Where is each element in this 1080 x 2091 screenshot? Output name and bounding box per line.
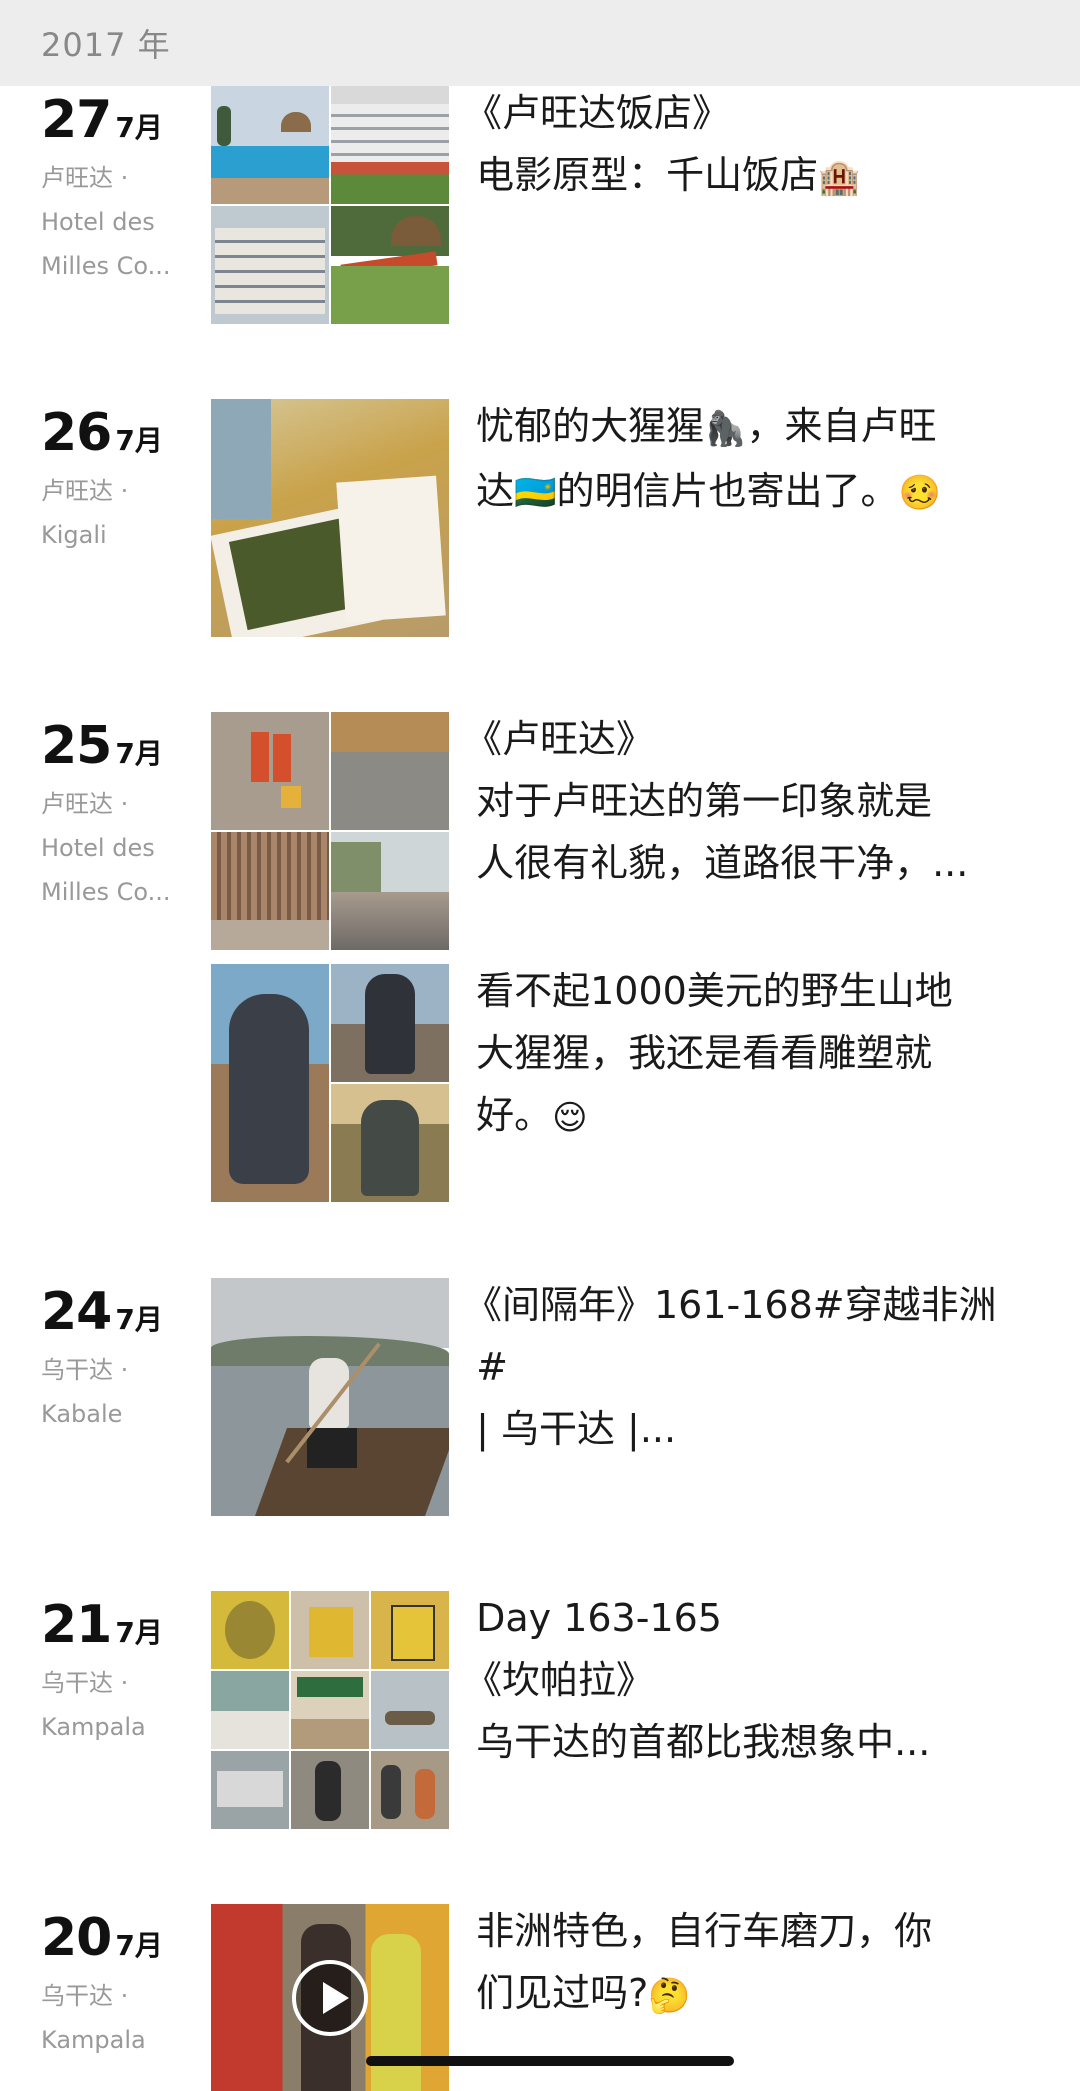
entry-day: 20 bbox=[41, 1908, 112, 1968]
photo-thumb[interactable] bbox=[211, 964, 329, 1202]
photo-thumb[interactable] bbox=[291, 1591, 369, 1669]
photo-thumb[interactable] bbox=[371, 1671, 449, 1749]
photo-thumb[interactable] bbox=[211, 206, 329, 324]
entry-day: 25 bbox=[41, 716, 112, 776]
hotel-emoji: 🏨 bbox=[818, 157, 861, 198]
entry-month: 7月 bbox=[115, 737, 163, 770]
date-block: 24 7月 乌干达 · Kabale bbox=[41, 1284, 201, 1436]
photo-thumb[interactable] bbox=[331, 206, 449, 324]
post-text[interactable]: 《卢旺达饭店》 电影原型：千山饭店🏨 bbox=[464, 82, 1024, 209]
entry-location[interactable]: 卢旺达 · Hotel des Milles Co... bbox=[41, 156, 201, 288]
date-block: 27 7月 卢旺达 · Hotel des Milles Co... bbox=[41, 92, 201, 288]
entry-location[interactable]: 乌干达 · Kampala bbox=[41, 1974, 201, 2062]
photo-thumb[interactable] bbox=[331, 964, 449, 1082]
entry-location[interactable]: 卢旺达 · Kigali bbox=[41, 469, 201, 557]
home-indicator bbox=[366, 2056, 734, 2066]
post-text[interactable]: 《间隔年》161-168#穿越非洲 # | 乌干达 |... bbox=[464, 1274, 1024, 1460]
photo-grid-3[interactable] bbox=[211, 964, 449, 1202]
entry-month: 7月 bbox=[115, 1929, 163, 1962]
post-text[interactable]: 看不起1000美元的野生山地 大猩猩，我还是看看雕塑就 好。😌 bbox=[464, 960, 1024, 1149]
photo-thumb[interactable] bbox=[331, 832, 449, 950]
photo-thumb[interactable] bbox=[211, 1278, 449, 1516]
photo-thumb[interactable] bbox=[331, 86, 449, 204]
photo-thumb[interactable] bbox=[211, 1591, 289, 1669]
entry-day: 27 bbox=[41, 90, 112, 150]
photo-thumb[interactable] bbox=[211, 1671, 289, 1749]
post-text[interactable]: 《卢旺达》 对于卢旺达的第一印象就是 人很有礼貌，道路很干净，... bbox=[464, 708, 1024, 894]
post-text[interactable]: 忧郁的大猩猩🦍，来自卢旺 达🇷🇼的明信片也寄出了。🥴 bbox=[464, 395, 1024, 524]
gorilla-emoji: 🦍 bbox=[704, 408, 747, 449]
post-text[interactable]: Day 163-165 《坎帕拉》 乌干达的首都比我想象中... bbox=[464, 1587, 1024, 1773]
date-block: 21 7月 乌干达 · Kampala bbox=[41, 1597, 201, 1749]
entry-month: 7月 bbox=[115, 1303, 163, 1336]
entry-day: 26 bbox=[41, 403, 112, 463]
rwanda-flag-emoji: 🇷🇼 bbox=[514, 473, 557, 513]
date-block: 20 7月 乌干达 · Kampala bbox=[41, 1910, 201, 2062]
photo-thumb[interactable] bbox=[211, 832, 329, 950]
date-block: 26 7月 卢旺达 · Kigali bbox=[41, 405, 201, 557]
photo-thumb[interactable] bbox=[211, 712, 329, 830]
photo-thumb[interactable] bbox=[211, 1751, 289, 1829]
photo-grid-4[interactable] bbox=[211, 712, 449, 950]
photo-thumb[interactable] bbox=[371, 1591, 449, 1669]
entry-month: 7月 bbox=[115, 111, 163, 144]
photo-grid-9[interactable] bbox=[211, 1591, 449, 1829]
photo-thumb[interactable] bbox=[211, 86, 329, 204]
entry-month: 7月 bbox=[115, 424, 163, 457]
entry-location[interactable]: 乌干达 · Kabale bbox=[41, 1348, 201, 1436]
photo-thumb[interactable] bbox=[291, 1751, 369, 1829]
post-text[interactable]: 非洲特色，自行车磨刀，你 们见过吗?🤔 bbox=[464, 1900, 1024, 2027]
woozy-face-emoji: 🥴 bbox=[898, 473, 941, 513]
thinking-face-emoji: 🤔 bbox=[648, 1975, 691, 2016]
photo-thumb[interactable] bbox=[371, 1751, 449, 1829]
year-header: 2017 年 bbox=[0, 0, 1080, 86]
entry-day: 24 bbox=[41, 1282, 112, 1342]
photo-thumb[interactable] bbox=[331, 1084, 449, 1202]
entry-day: 21 bbox=[41, 1595, 112, 1655]
photo-grid-4[interactable] bbox=[211, 86, 449, 324]
photo-thumb[interactable] bbox=[211, 399, 449, 637]
date-block: 25 7月 卢旺达 · Hotel des Milles Co... bbox=[41, 718, 201, 914]
entry-location[interactable]: 乌干达 · Kampala bbox=[41, 1661, 201, 1749]
relieved-face-emoji: 😌 bbox=[552, 1097, 588, 1138]
year-label: 2017 年 bbox=[41, 26, 171, 64]
photo-thumb[interactable] bbox=[331, 712, 449, 830]
entry-location[interactable]: 卢旺达 · Hotel des Milles Co... bbox=[41, 782, 201, 914]
photo-thumb[interactable] bbox=[291, 1671, 369, 1749]
play-icon[interactable] bbox=[292, 1959, 368, 2036]
entry-month: 7月 bbox=[115, 1616, 163, 1649]
